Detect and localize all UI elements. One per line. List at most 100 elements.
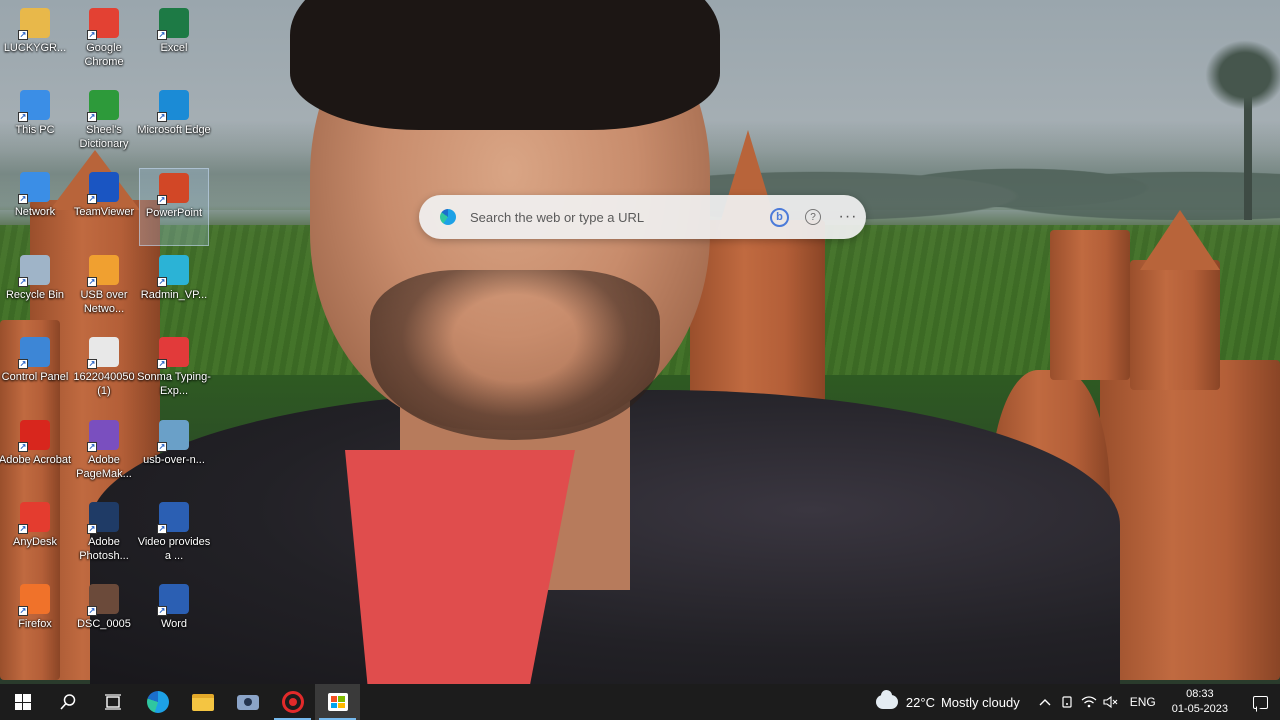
desktop-icon[interactable]: ↗ Sheel's Dictionary <box>69 86 139 164</box>
help-icon[interactable]: ? <box>805 209 821 225</box>
search-input[interactable] <box>470 209 760 225</box>
shortcut-arrow-icon: ↗ <box>87 277 97 287</box>
usb-installer-icon: ↗ <box>157 420 189 452</box>
windows-start-icon <box>14 694 31 710</box>
show-hidden-icons-button[interactable] <box>1034 684 1056 720</box>
clock[interactable]: 08:33 01-05-2023 <box>1172 687 1228 717</box>
shortcut-arrow-icon: ↗ <box>87 30 97 40</box>
desktop-icon-label: Video provides a ... <box>137 536 211 562</box>
word-icon: ↗ <box>157 584 189 616</box>
more-options-icon[interactable]: ··· <box>837 206 859 228</box>
desktop-icon-label: TeamViewer <box>73 206 135 218</box>
control-panel-icon: ↗ <box>18 337 50 369</box>
volume-tray-button[interactable] <box>1100 684 1122 720</box>
desktop-icon[interactable]: ↗ Radmin_VP... <box>139 251 209 329</box>
dictionary-icon: ↗ <box>87 90 119 122</box>
desktop-icon[interactable]: ↗ TeamViewer <box>69 168 139 246</box>
desktop-icon[interactable]: ↗ AnyDesk <box>0 498 70 576</box>
start-button[interactable] <box>0 684 45 720</box>
camera-icon <box>236 694 259 710</box>
sonma-typing-icon: ↗ <box>157 337 189 369</box>
search-icon <box>59 694 75 710</box>
adobe-photoshop-icon: ↗ <box>87 502 119 534</box>
desktop-icon-label: This PC <box>15 124 55 136</box>
system-tray: 22°C Mostly cloudy ENG 08:33 01-05-2023 <box>875 684 1280 720</box>
desktop-icon[interactable]: ↗ Adobe Photosh... <box>69 498 139 576</box>
desktop-icon[interactable]: ↗ Adobe Acrobat <box>0 416 71 494</box>
input-language-indicator[interactable]: ENG <box>1130 695 1156 709</box>
device-icon <box>1062 696 1072 708</box>
bing-chat-icon[interactable]: b <box>770 207 789 227</box>
desktop-icon[interactable]: ↗ Recycle Bin <box>0 251 70 329</box>
recycle-bin-icon: ↗ <box>18 255 50 287</box>
weather-condition: Mostly cloudy <box>940 694 1020 710</box>
desktop-icon[interactable]: ↗ Microsoft Edge <box>137 86 211 164</box>
desktop-icon-label: usb-over-n... <box>143 454 205 466</box>
desktop-icon[interactable]: ↗ Excel <box>139 4 209 82</box>
desktop-icon-label: Recycle Bin <box>5 289 65 301</box>
desktop-icon-label: PowerPoint <box>145 207 203 219</box>
store-icon <box>327 693 348 711</box>
wallpaper-pillar-right <box>1100 360 1280 680</box>
taskbar: 22°C Mostly cloudy ENG 08:33 01-05-2023 <box>0 684 1280 720</box>
taskbar-recorder-button[interactable] <box>270 684 315 720</box>
taskbar-file-explorer-button[interactable] <box>180 684 225 720</box>
shortcut-arrow-icon: ↗ <box>18 277 28 287</box>
weather-widget[interactable]: 22°C Mostly cloudy <box>875 690 1020 710</box>
weather-temperature: 22°C <box>905 694 935 710</box>
desktop-icon[interactable]: ↗ 1622040050 (1) <box>69 333 139 411</box>
desktop-icon[interactable]: ↗ Sonma Typing-Exp... <box>137 333 211 411</box>
desktop-icon[interactable]: ↗ Firefox <box>0 580 70 658</box>
record-icon <box>281 691 304 713</box>
edge-search-bar[interactable]: b ? ··· <box>419 195 866 239</box>
desktop-icon-label: Sonma Typing-Exp... <box>137 371 211 397</box>
wallpaper-person-hair <box>290 0 720 130</box>
desktop-icon-label: Network <box>14 206 56 218</box>
desktop-icon-label: 1622040050 (1) <box>73 371 135 397</box>
clock-date: 01-05-2023 <box>1171 703 1228 715</box>
shortcut-arrow-icon: ↗ <box>18 112 28 122</box>
meet-now-button[interactable] <box>1056 684 1078 720</box>
volume-muted-icon <box>1103 695 1118 709</box>
desktop-icon-label: Adobe PageMak... <box>76 454 132 480</box>
edge-icon <box>440 209 456 225</box>
shortcut-arrow-icon: ↗ <box>87 112 97 122</box>
notification-center-button[interactable] <box>1240 684 1280 720</box>
desktop-icon[interactable]: ↗ Network <box>0 168 70 246</box>
taskbar-store-button[interactable] <box>315 684 360 720</box>
desktop-icon-label: Word <box>160 618 188 630</box>
desktop-icon-label: DSC_0005 <box>77 618 131 630</box>
desktop-icon[interactable]: ↗ Adobe PageMak... <box>69 416 139 494</box>
this-pc-icon: ↗ <box>18 90 50 122</box>
shortcut-arrow-icon: ↗ <box>87 194 97 204</box>
desktop-icon[interactable]: ↗ Word <box>139 580 209 658</box>
desktop-icon-label: Excel <box>160 42 188 54</box>
teamviewer-icon: ↗ <box>87 172 119 204</box>
network-tray-button[interactable] <box>1078 684 1100 720</box>
edge-icon <box>146 691 169 713</box>
desktop-icon[interactable]: ↗ Google Chrome <box>69 4 139 82</box>
desktop-icon[interactable]: ↗ This PC <box>0 86 70 164</box>
desktop-icon[interactable]: ↗ PowerPoint <box>139 168 209 246</box>
shortcut-arrow-icon: ↗ <box>87 442 97 452</box>
desktop-icon[interactable]: ↗ DSC_0005 <box>69 580 139 658</box>
chrome-icon: ↗ <box>87 8 119 40</box>
desktop-icon[interactable]: ↗ Control Panel <box>0 333 70 411</box>
desktop-icon[interactable]: ↗ USB over Netwo... <box>69 251 139 329</box>
shortcut-arrow-icon: ↗ <box>157 524 167 534</box>
firefox-icon: ↗ <box>18 584 50 616</box>
taskbar-camera-button[interactable] <box>225 684 270 720</box>
task-view-button[interactable] <box>90 684 135 720</box>
desktop-icon[interactable]: ↗ Video provides a ... <box>137 498 211 576</box>
cloud-icon <box>875 690 898 709</box>
taskbar-search-button[interactable] <box>45 684 90 720</box>
desktop-icon[interactable]: ↗ usb-over-n... <box>139 416 209 494</box>
shortcut-arrow-icon: ↗ <box>157 195 167 205</box>
word-document-icon: ↗ <box>157 502 189 534</box>
desktop-icon[interactable]: ↗ LUCKYGR... <box>0 4 70 82</box>
taskbar-edge-button[interactable] <box>135 684 180 720</box>
shortcut-arrow-icon: ↗ <box>157 442 167 452</box>
notification-icon <box>1252 695 1268 709</box>
usb-network-icon: ↗ <box>87 255 119 287</box>
network-icon: ↗ <box>18 172 50 204</box>
